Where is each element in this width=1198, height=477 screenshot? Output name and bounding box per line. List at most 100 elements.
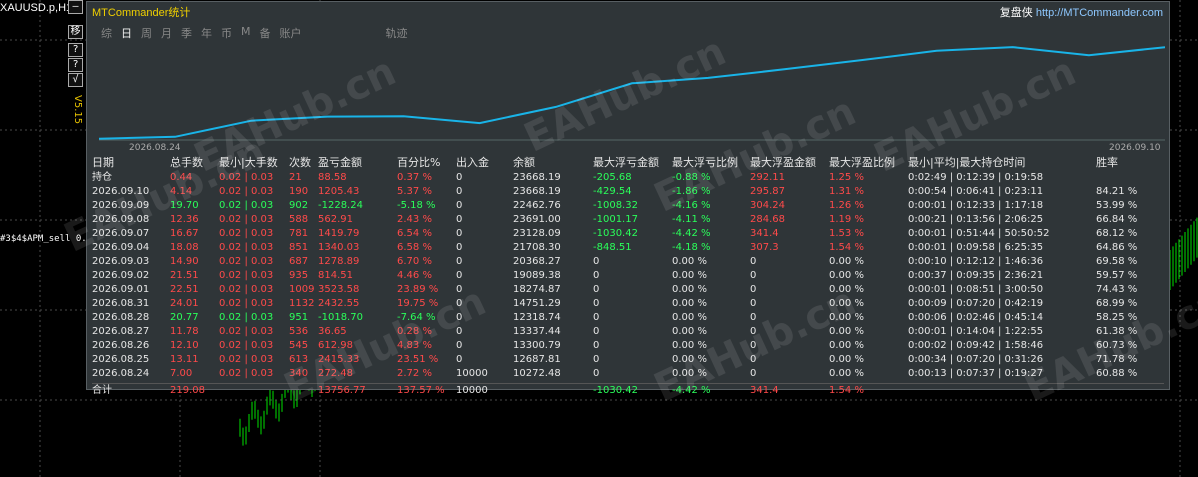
cell-盈亏金额: 1278.89 [318,256,360,267]
cell-最大浮盈比例: 0.00 % [829,326,864,337]
cell-总手数: 总手数 [170,156,203,169]
cell-最大浮亏比例: 0.00 % [672,270,707,281]
cell-盈亏金额: 36.65 [318,326,347,337]
cell-最大浮亏金额: 0 [593,284,600,295]
cell-最小|大手数: 最小|大手数 [219,156,278,169]
cell-最大浮亏金额: -429.54 [593,186,632,197]
table-row: 2026.08.31 24.01 0.02 | 0.03 1132 2432.55 19.… [92,297,1164,311]
cell-最小|大手数: 0.02 | 0.03 [219,186,274,197]
minimize-button[interactable]: – [68,0,83,14]
cell-余额: 12687.81 [513,354,561,365]
cell-出入金: 0 [456,242,463,253]
tab-2[interactable]: 周 [141,25,152,41]
cell-出入金: 0 [456,186,463,197]
cell-百分比%: -7.64 % [397,312,436,323]
cell-最大浮亏比例: 0.00 % [672,326,707,337]
tab-4[interactable]: 季 [181,25,192,41]
table-row: 2026.09.02 21.51 0.02 | 0.03 935 814.51 4.46 … [92,269,1164,283]
cell-胜率: 58.25 % [1096,312,1138,323]
cell-出入金: 0 [456,326,463,337]
equity-curve [99,46,1165,140]
cell-次数: 190 [289,186,309,197]
cell-最大浮亏比例: -1.86 % [672,186,711,197]
cell-最小|大手数: 0.02 | 0.03 [219,340,274,351]
cell-最大浮盈金额: 0 [750,340,757,351]
cell-盈亏金额: 2432.55 [318,298,360,309]
cell-总手数: 7.00 [170,368,193,379]
cell-最大浮亏比例: -4.16 % [672,200,711,211]
cell-胜率: 74.43 % [1096,284,1138,295]
cell-最大浮盈比例: 1.19 % [829,214,864,225]
cell-次数: 951 [289,312,309,323]
equity-start-label: 2026.08.24 [129,143,181,152]
cell-最小|大手数: 0.02 | 0.03 [219,284,274,295]
cell-胜率: 胜率 [1096,156,1118,169]
confirm-button[interactable]: √ [68,73,83,87]
cell-最大浮盈金额: 0 [750,270,757,281]
cell-最大浮盈金额: 最大浮盈金额 [750,156,816,169]
cell-最小|平均|最大持仓时间: 0:02:49 | 0:12:39 | 0:19:58 [908,172,1044,183]
cell-胜率: 66.84 % [1096,214,1138,225]
cell-胜率: 64.86 % [1096,242,1138,253]
cell-最大浮亏比例: 0.00 % [672,340,707,351]
cell-盈亏金额: 562.91 [318,214,353,225]
cell-总手数: 4.14 [170,186,193,197]
cell-日期: 2026.09.08 [92,214,150,225]
tab-7[interactable]: M [241,25,251,41]
cell-百分比%: 5.37 % [397,186,432,197]
stats-panel: MTCommander统计 复盘侠 http://MTCommander.com… [57,1,1198,412]
cell-余额: 23128.09 [513,228,561,239]
cell-日期: 2026.08.25 [92,354,150,365]
tab-8[interactable]: 备 [260,25,271,41]
cell-出入金: 0 [456,256,463,267]
cell-日期: 2026.09.03 [92,256,150,267]
tab-3[interactable]: 月 [161,25,172,41]
cell-盈亏金额: 612.98 [318,340,353,351]
tab-0[interactable]: 综 [101,25,112,41]
cell-最大浮盈金额: 341.4 [750,228,779,239]
cell-总手数: 14.90 [170,256,199,267]
tab-10[interactable]: 轨迹 [386,25,408,41]
cell-次数: 588 [289,214,309,225]
table-row: 2026.08.28 20.77 0.02 | 0.03 951 -1018.70 -7.… [92,311,1164,325]
table-row: 2026.08.26 12.10 0.02 | 0.03 545 612.98 4.83 … [92,339,1164,353]
cell-余额: 12318.74 [513,312,561,323]
cell-出入金: 0 [456,214,463,225]
cell-最大浮盈比例: 0.00 % [829,340,864,351]
cell-次数: 1009 [289,284,315,295]
table-row: 2026.09.07 16.67 0.02 | 0.03 781 1419.79 6.54… [92,227,1164,241]
cell-最小|大手数: 0.02 | 0.03 [219,172,274,183]
tab-6[interactable]: 币 [221,25,232,41]
cell-次数: 851 [289,242,309,253]
help-button-2[interactable]: ? [68,58,83,72]
move-button[interactable]: 移 [68,25,83,39]
cell-最大浮盈金额: 0 [750,354,757,365]
tab-1[interactable]: 日 [121,25,132,41]
brand-link[interactable]: http://MTCommander.com [1036,7,1163,19]
cell-盈亏金额: 3523.58 [318,284,360,295]
cell-出入金: 0 [456,200,463,211]
cell-最小|平均|最大持仓时间: 0:00:01 | 0:14:04 | 1:22:55 [908,326,1044,337]
cell-最小|平均|最大持仓时间: 0:00:37 | 0:09:35 | 2:36:21 [908,270,1044,281]
tab-5[interactable]: 年 [201,25,212,41]
cell-出入金: 出入金 [456,156,489,169]
cell-日期: 2026.09.10 [92,186,150,197]
cell-最大浮亏比例: -0.88 % [672,172,711,183]
cell-最小|大手数: 0.02 | 0.03 [219,298,274,309]
help-button[interactable]: ? [68,43,83,57]
tab-9[interactable]: 账户 [280,25,302,41]
cell-盈亏金额: 1419.79 [318,228,360,239]
cell-余额: 13300.79 [513,340,561,351]
cell-日期: 2026.09.04 [92,242,150,253]
cell-出入金: 10000 [456,385,488,396]
cell-日期: 2026.08.27 [92,326,150,337]
cell-最大浮亏比例: -4.42 % [672,228,711,239]
cell-最大浮盈金额: 307.3 [750,242,779,253]
cell-盈亏金额: 2415.33 [318,354,360,365]
cell-日期: 2026.08.28 [92,312,150,323]
cell-最小|平均|最大持仓时间: 0:00:01 | 0:51:44 | 50:50:52 [908,228,1050,239]
cell-胜率: 60.73 % [1096,340,1138,351]
cell-百分比%: -5.18 % [397,200,436,211]
cell-最大浮亏金额: -1008.32 [593,200,638,211]
cell-余额: 23668.19 [513,172,561,183]
